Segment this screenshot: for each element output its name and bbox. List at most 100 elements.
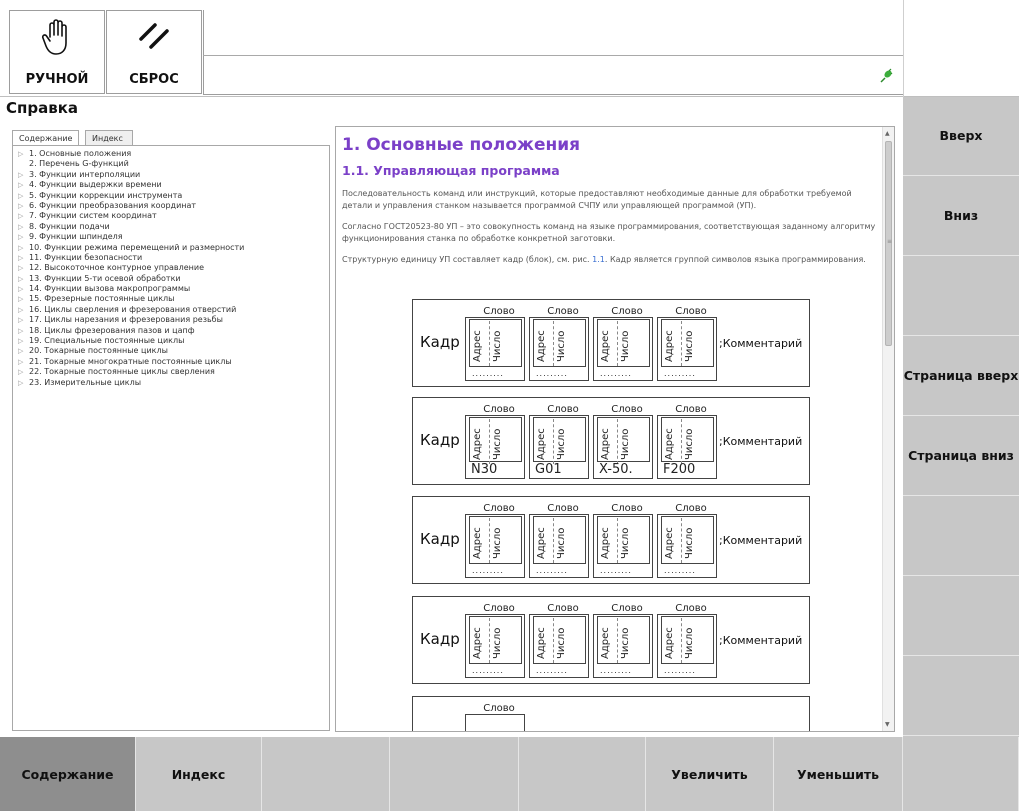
expand-arrow-icon[interactable]: ▷ [18,232,23,242]
expand-arrow-icon[interactable]: ▷ [18,346,23,356]
word-inner-box: Адрес Число [533,417,586,464]
toc-item[interactable]: ▷ 22. Токарные постоянные циклы сверления [17,367,329,377]
toc-item[interactable]: ▷ 10. Функции режима перемещений и размер… [17,243,329,253]
vertical-scrollbar[interactable]: ▲ ≡ ▼ [882,127,894,731]
word-label: Слово [547,503,579,514]
softkey-right-6[interactable] [903,497,1019,576]
toc-item[interactable]: ▷ 8. Функции подачи [17,222,329,232]
expand-arrow-icon[interactable]: ▷ [18,170,23,180]
zoom-out-button[interactable]: Уменьшить [774,737,903,811]
toc-item-label: 10. Функции режима перемещений и размерн… [29,242,245,252]
toc-item[interactable]: ▷ 19. Специальные постоянные циклы [17,336,329,346]
word-divider [489,419,490,464]
expand-arrow-icon[interactable]: ▷ [18,357,23,367]
toc-item[interactable]: 2. Перечень G-функций [17,159,329,169]
expand-arrow-icon[interactable]: ▷ [18,211,23,221]
expand-arrow-icon[interactable]: ▷ [18,367,23,377]
scroll-up-arrow-icon[interactable]: ▲ [885,130,890,137]
bottom-softkeys: Содержание Индекс Увеличить Уменьшить [0,737,1019,811]
word-placeholder-dots: ......... [664,666,696,675]
zoom-in-button[interactable]: Увеличить [646,737,774,811]
toc-item-label: 15. Фрезерные постоянные циклы [29,294,175,304]
expand-arrow-icon[interactable]: ▷ [18,284,23,294]
expand-arrow-icon[interactable]: ▷ [18,274,23,284]
toc-item[interactable]: ▷ 17. Циклы нарезания и фрезерования резь… [17,315,329,325]
toc-item[interactable]: ▷ 6. Функции преобразования координат [17,201,329,211]
manual-mode-button[interactable]: РУЧНОЙ [9,10,105,94]
number-label: Число [684,330,695,362]
number-label: Число [492,330,503,362]
softkey-bottom-4[interactable] [390,737,519,811]
word-divider [681,419,682,464]
toc-item[interactable]: ▷ 14. Функции вызова макропрограммы [17,284,329,294]
expand-arrow-icon[interactable]: ▷ [18,149,23,159]
expand-arrow-icon[interactable]: ▷ [18,201,23,211]
frame-block: Кадр Слово Адрес Число N30 Слово Адрес Число G01… [412,397,810,485]
expand-arrow-icon[interactable]: ▷ [18,336,23,346]
word-label: Слово [611,306,643,317]
toc-item-label: 1. Основные положения [29,149,132,158]
expand-arrow-icon[interactable]: ▷ [18,326,23,336]
word-divider [617,419,618,464]
word-placeholder-dots: ......... [472,369,504,378]
toc-item[interactable]: ▷ 23. Измерительные циклы [17,378,329,388]
toc-tree: ▷ 1. Основные положения 2. Перечень G-функ… [12,145,330,731]
scroll-thumb[interactable]: ≡ [885,141,892,346]
page-up-big-button[interactable]: Страница вверх [903,337,1019,416]
expand-arrow-icon[interactable]: ▷ [18,263,23,273]
toc-item[interactable]: ▷ 15. Фрезерные постоянные циклы [17,294,329,304]
expand-arrow-icon[interactable]: ▷ [18,378,23,388]
softkey-right-7[interactable] [903,577,1019,656]
softkey-bottom-3[interactable] [262,737,390,811]
index-button[interactable]: Индекс [136,737,262,811]
word-label: Слово [675,404,707,415]
word-label: Слово [611,603,643,614]
toc-item[interactable]: ▷ 13. Функции 5-ти осевой обработки [17,274,329,284]
word-block: Слово Адрес Число......... [529,306,589,381]
softkey-right-3[interactable] [903,257,1019,336]
expand-arrow-icon[interactable]: ▷ [18,222,23,232]
toc-item[interactable]: ▷ 20. Токарные постоянные циклы [17,346,329,356]
expand-arrow-icon[interactable]: ▷ [18,180,23,190]
word-value: X-50. [599,462,633,477]
status-divider [203,55,903,56]
toc-item[interactable]: ▷ 18. Циклы фрезерования пазов и цапф [17,326,329,336]
address-label: Адрес [600,527,611,559]
word-placeholder-dots: ......... [536,369,568,378]
doc-paragraph: Последовательность команд или инструкций… [342,189,852,210]
word-box: Адрес Число......... [593,614,653,678]
tab-index[interactable]: Индекс [85,130,133,146]
word-label: Слово [483,306,515,317]
expand-arrow-icon[interactable]: ▷ [18,305,23,315]
scroll-down-arrow-icon[interactable]: ▼ [885,721,890,728]
softkey-bottom-8[interactable] [903,737,1019,811]
toc-item-label: 11. Функции безопасности [29,252,143,262]
page-up-button[interactable]: Вверх [903,97,1019,176]
expand-arrow-icon[interactable]: ▷ [18,315,23,325]
toc-item[interactable]: ▷ 9. Функции шпинделя [17,232,329,242]
toc-item[interactable]: ▷ 12. Высокоточное контурное управление [17,263,329,273]
page-down-big-button[interactable]: Страница вниз [903,417,1019,496]
expand-arrow-icon[interactable]: ▷ [18,294,23,304]
word-inner-box: Адрес Число [597,516,650,564]
word-inner-box: Адрес Число [661,417,714,464]
softkey-right-8[interactable] [903,657,1019,736]
reset-button[interactable]: СБРОС [106,10,202,94]
softkey-bottom-5[interactable] [519,737,646,811]
figure-link[interactable]: 1.1 [592,255,605,264]
toc-item[interactable]: ▷ 7. Функции систем координат [17,211,329,221]
toc-item[interactable]: ▷ 1. Основные положения [17,149,329,159]
toc-item[interactable]: ▷ 11. Функции безопасности [17,253,329,263]
toc-item[interactable]: ▷ 3. Функции интерполяции [17,170,329,180]
toc-item[interactable]: ▷ 5. Функции коррекции инструмента [17,191,329,201]
expand-arrow-icon[interactable]: ▷ [18,243,23,253]
toc-item[interactable]: ▷ 16. Циклы сверления и фрезерования отве… [17,305,329,315]
contents-button[interactable]: Содержание [0,737,136,811]
page-down-button[interactable]: Вниз [903,177,1019,256]
expand-arrow-icon[interactable]: ▷ [18,253,23,263]
toc-item[interactable]: ▷ 21. Токарные многократные постоянные ци… [17,357,329,367]
toc-item[interactable]: ▷ 4. Функции выдержки времени [17,180,329,190]
address-label: Адрес [536,627,547,659]
expand-arrow-icon[interactable]: ▷ [18,191,23,201]
toc-item-label: 19. Специальные постоянные циклы [29,336,185,346]
